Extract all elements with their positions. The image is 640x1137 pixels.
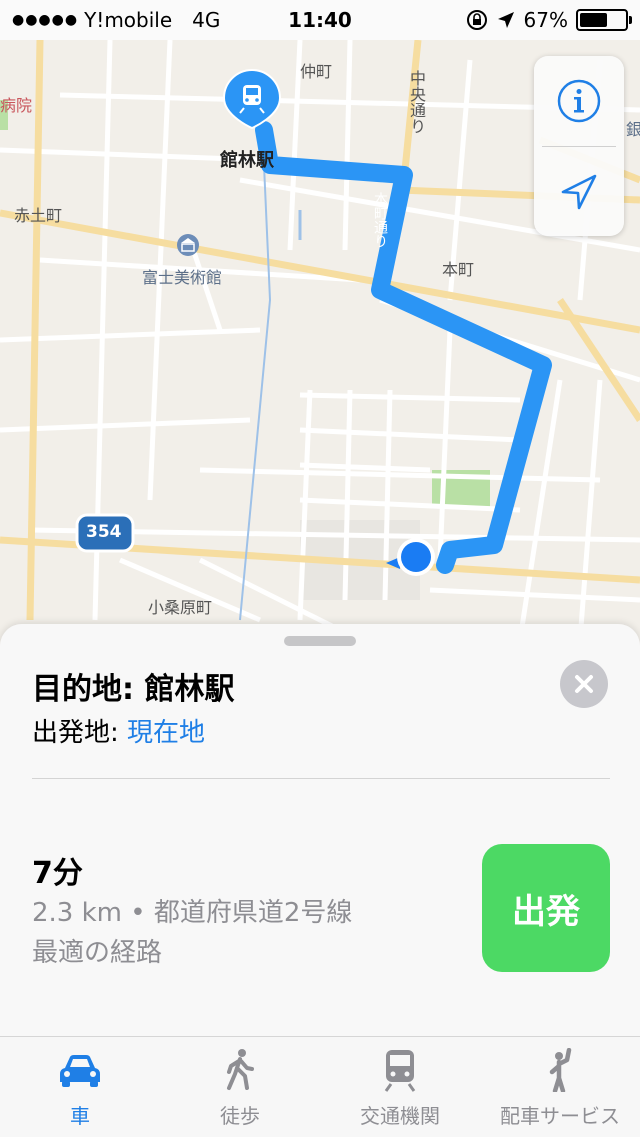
card-divider (32, 778, 610, 779)
route-eta: 7分 (32, 856, 83, 891)
origin-label: 出発地: (32, 718, 128, 748)
origin-row: 出発地: 現在地 (32, 712, 205, 749)
battery-percentage: 67% (523, 8, 568, 32)
map-label-bank-fragment: 銀 (626, 120, 640, 139)
map-label-kokuwabara: 小桑原町 (148, 598, 213, 617)
route-note: 最適の経路 (32, 938, 163, 968)
map-label-honmachi: 本町 (442, 260, 475, 279)
map-label-akatsuchi: 赤土町 (14, 206, 63, 225)
map-label-hospital: 病院 (0, 96, 33, 115)
card-grabber[interactable] (284, 636, 356, 646)
location-services-icon (497, 12, 514, 28)
battery-icon (576, 9, 632, 31)
walk-icon (223, 1046, 257, 1094)
museum-icon (177, 234, 199, 256)
info-icon (557, 79, 601, 123)
map-label-honmachi-dori: 本町通り (372, 192, 388, 248)
map-label-station[interactable]: 館林駅 (220, 146, 274, 172)
tab-walk[interactable]: 徒歩 (160, 1037, 320, 1137)
map-info-button[interactable] (534, 56, 624, 146)
status-bar: ●●●●● Y!mobile 4G 11:40 67% (0, 0, 640, 40)
tab-car[interactable]: 車 (0, 1037, 160, 1137)
tab-label: 交通機関 (360, 1104, 440, 1128)
ride-share-icon (543, 1046, 577, 1094)
status-right-group: 67% (466, 8, 632, 32)
car-icon (57, 1046, 103, 1094)
tab-label: 配車サービス (500, 1104, 620, 1128)
transport-mode-tabbar: 車 徒歩 交通機関 配車サービス (0, 1036, 640, 1137)
origin-value-link[interactable]: 現在地 (127, 718, 205, 748)
tab-transit[interactable]: 交通機関 (320, 1037, 480, 1137)
map-label-fuji-museum[interactable]: 富士美術館 (142, 264, 222, 288)
tab-label: 徒歩 (220, 1104, 260, 1128)
battery-fill (580, 13, 607, 27)
track-location-button[interactable] (534, 147, 624, 236)
tab-ride-share[interactable]: 配車サービス (480, 1037, 640, 1137)
location-arrow-icon (561, 174, 597, 210)
map-label-chuo-dori: 中央通り (407, 70, 426, 134)
tab-label: 車 (70, 1104, 90, 1128)
go-button[interactable]: 出発 (482, 844, 610, 972)
destination-title: 目的地: 館林駅 (32, 672, 235, 707)
route-354-label: 354 (86, 522, 122, 542)
train-icon (383, 1046, 417, 1094)
close-icon (575, 675, 593, 693)
map-label-nakamachi: 仲町 (300, 62, 333, 81)
rotation-lock-icon (466, 10, 487, 30)
route-card: 目的地: 館林駅 出発地: 現在地 7分 2.3 km • 都道府県道2号線 最… (0, 624, 640, 1036)
map-controls (534, 56, 624, 236)
route-distance-road: 2.3 km • 都道府県道2号線 (32, 898, 353, 928)
close-button[interactable] (560, 660, 608, 708)
